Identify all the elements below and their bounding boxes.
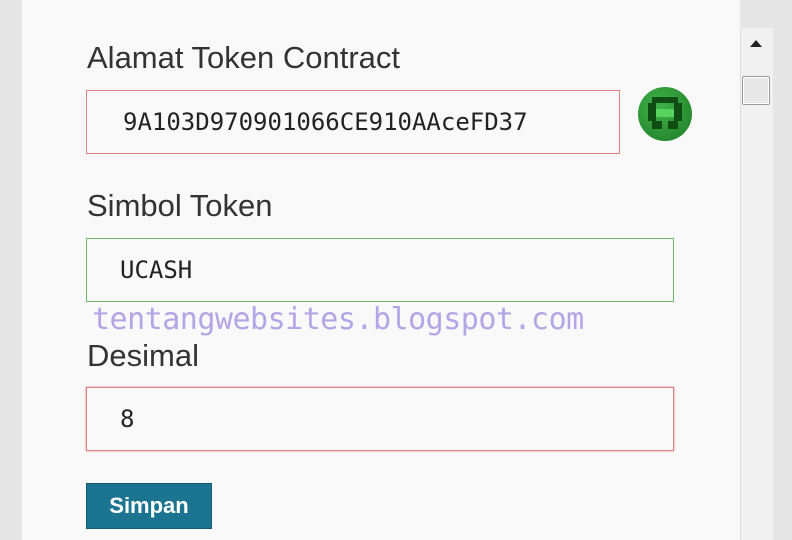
vertical-scrollbar[interactable]: [740, 28, 773, 540]
token-symbol-label: Simbol Token: [87, 188, 273, 223]
save-button[interactable]: Simpan: [86, 483, 212, 529]
contract-address-label: Alamat Token Contract: [87, 40, 401, 75]
token-identicon-icon: [638, 87, 692, 141]
contract-address-input[interactable]: 9A103D970901066CE910AAceFD37: [86, 90, 620, 154]
watermark: tentangwebsites.blogspot.com: [92, 302, 584, 337]
decimals-label: Desimal: [87, 338, 199, 373]
scroll-up-arrow-icon[interactable]: [750, 40, 762, 47]
decimals-input[interactable]: 8: [86, 387, 674, 451]
scroll-thumb[interactable]: [742, 76, 770, 105]
token-symbol-input[interactable]: UCASH: [86, 238, 674, 302]
